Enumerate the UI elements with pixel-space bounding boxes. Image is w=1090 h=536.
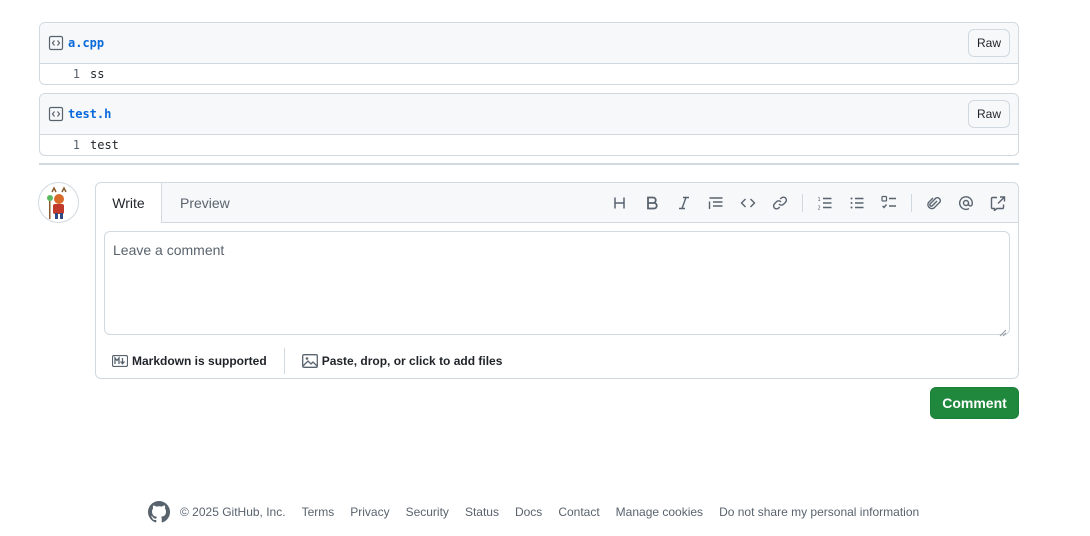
- markdown-supported-link[interactable]: Markdown is supported: [112, 354, 267, 368]
- reference-icon[interactable]: [982, 187, 1014, 219]
- raw-button[interactable]: Raw: [967, 29, 1010, 57]
- comment-textarea[interactable]: Leave a comment: [104, 231, 1010, 337]
- code-line: 1 test: [40, 135, 1018, 155]
- add-files-button[interactable]: Paste, drop, or click to add files: [301, 354, 503, 368]
- footer-link-terms[interactable]: Terms: [302, 505, 335, 519]
- markdown-label: Markdown is supported: [132, 354, 267, 368]
- footer-link-docs[interactable]: Docs: [515, 505, 542, 519]
- file-box-test-h: test.h Raw 1 test: [39, 93, 1019, 156]
- image-icon: [301, 354, 318, 368]
- svg-text:1: 1: [818, 197, 821, 203]
- file-name-link[interactable]: test.h: [68, 107, 111, 121]
- file-code-icon[interactable]: [48, 35, 64, 51]
- resize-grip-icon[interactable]: [999, 324, 1007, 337]
- comment-placeholder: Leave a comment: [113, 242, 225, 258]
- markdown-icon: [112, 355, 128, 367]
- footer-divider: [283, 348, 285, 374]
- file-header: test.h Raw: [40, 94, 1018, 135]
- timeline-divider: [39, 163, 1019, 165]
- raw-button[interactable]: Raw: [967, 100, 1010, 128]
- file-header: a.cpp Raw: [40, 23, 1018, 64]
- add-files-label: Paste, drop, or click to add files: [321, 354, 503, 368]
- footer-link-do-not-share[interactable]: Do not share my personal information: [719, 505, 919, 519]
- attach-icon[interactable]: [918, 187, 950, 219]
- toolbar-divider: [911, 194, 912, 212]
- avatar[interactable]: [38, 182, 79, 223]
- markdown-toolbar: 12: [604, 183, 1014, 223]
- code-icon[interactable]: [732, 187, 764, 219]
- footer-link-manage-cookies[interactable]: Manage cookies: [616, 505, 703, 519]
- editor-header: Write Preview 12: [96, 183, 1018, 223]
- numbered-list-icon[interactable]: 12: [809, 187, 841, 219]
- footer-link-security[interactable]: Security: [406, 505, 449, 519]
- github-logo-icon[interactable]: [148, 501, 170, 523]
- italic-icon[interactable]: [668, 187, 700, 219]
- file-name-link[interactable]: a.cpp: [68, 36, 104, 50]
- line-code: ss: [90, 67, 105, 81]
- file-code-icon[interactable]: [48, 106, 64, 122]
- line-number[interactable]: 1: [40, 67, 90, 81]
- editor-footer: Markdown is supported Paste, drop, or cl…: [96, 343, 1018, 379]
- tab-preview[interactable]: Preview: [180, 183, 230, 223]
- mention-icon[interactable]: [950, 187, 982, 219]
- line-code: test: [90, 138, 119, 152]
- tab-write[interactable]: Write: [96, 183, 162, 223]
- quote-icon[interactable]: [700, 187, 732, 219]
- line-number[interactable]: 1: [40, 138, 90, 152]
- comment-button[interactable]: Comment: [930, 387, 1019, 419]
- footer-link-contact[interactable]: Contact: [558, 505, 599, 519]
- bulleted-list-icon[interactable]: [841, 187, 873, 219]
- bold-icon[interactable]: [636, 187, 668, 219]
- comment-editor: Write Preview 12 Leave a comment Markdow…: [95, 182, 1019, 379]
- toolbar-divider: [802, 194, 803, 212]
- footer-link-privacy[interactable]: Privacy: [350, 505, 389, 519]
- page-footer: © 2025 GitHub, Inc. Terms Privacy Securi…: [148, 500, 935, 524]
- svg-text:2: 2: [818, 206, 821, 212]
- code-line: 1 ss: [40, 64, 1018, 84]
- file-box-a-cpp: a.cpp Raw 1 ss: [39, 22, 1019, 85]
- task-list-icon[interactable]: [873, 187, 905, 219]
- link-icon[interactable]: [764, 187, 796, 219]
- footer-copyright: © 2025 GitHub, Inc.: [180, 505, 286, 519]
- footer-link-status[interactable]: Status: [465, 505, 499, 519]
- heading-icon[interactable]: [604, 187, 636, 219]
